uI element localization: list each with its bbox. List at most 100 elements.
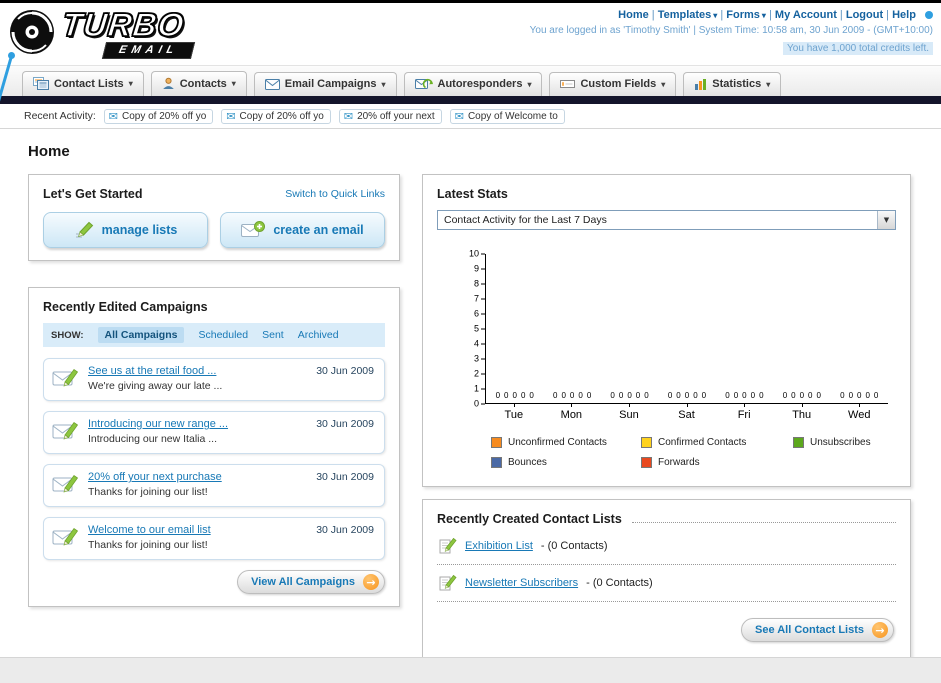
contact-activity-chart: 10 9 8 7 6 5 4 3 2 1 0 000000000000000000000000000… bbox=[437, 249, 896, 421]
switch-to-quick-links[interactable]: Switch to Quick Links bbox=[285, 188, 385, 200]
chart-legend: Unconfirmed Contacts Confirmed Contacts … bbox=[437, 437, 896, 474]
stats-period-select[interactable]: Contact Activity for the Last 7 Days ▼ bbox=[437, 210, 896, 230]
page-title: Home bbox=[28, 143, 70, 160]
chevron-down-icon: ▾ bbox=[128, 79, 133, 88]
tab-sent[interactable]: Sent bbox=[262, 329, 284, 341]
legend-swatch bbox=[641, 457, 652, 468]
recent-activity-item[interactable]: ✉ 20% off your next bbox=[338, 108, 442, 124]
bar-value-label: 0 bbox=[791, 391, 796, 400]
left-column: Let's Get Started Switch to Quick Links … bbox=[28, 174, 400, 607]
contact-list-link[interactable]: Exhibition List bbox=[465, 540, 533, 552]
pencil-page-icon bbox=[439, 537, 457, 554]
contact-list-count: - (0 Contacts) bbox=[540, 540, 608, 552]
nav-underline-bar bbox=[0, 96, 941, 104]
pencil-page-icon bbox=[439, 574, 457, 591]
pencil-icon bbox=[75, 221, 93, 238]
campaign-date: 30 Jun 2009 bbox=[316, 524, 374, 536]
header-link-templates[interactable]: Templates▾ bbox=[652, 9, 718, 21]
button-label: manage lists bbox=[101, 223, 178, 237]
bar-value-label: 0 bbox=[553, 391, 558, 400]
contact-list-link[interactable]: Newsletter Subscribers bbox=[465, 577, 578, 589]
campaign-item[interactable]: 20% off your next purchase Thanks for jo… bbox=[43, 464, 385, 507]
contacts-icon bbox=[162, 77, 174, 89]
view-all-campaigns-button[interactable]: View All Campaigns → bbox=[237, 570, 385, 594]
show-label: SHOW: bbox=[51, 329, 84, 341]
nav-tab-email-campaigns[interactable]: Email Campaigns ▾ bbox=[253, 72, 397, 96]
contact-list-item[interactable]: Newsletter Subscribers - (0 Contacts) bbox=[437, 565, 896, 602]
recent-activity-item[interactable]: ✉ Copy of Welcome to bbox=[449, 108, 565, 124]
nav-tab-label: Contacts bbox=[179, 77, 227, 90]
header-link-my-account[interactable]: My Account bbox=[769, 9, 837, 21]
chart-category-group: 00000 bbox=[486, 392, 543, 403]
bar-value-label: 0 bbox=[627, 391, 632, 400]
tab-archived[interactable]: Archived bbox=[298, 329, 339, 341]
footer-strip bbox=[0, 657, 941, 683]
bar-value-label: 0 bbox=[586, 391, 592, 400]
bar-value-label: 0 bbox=[782, 391, 788, 400]
y-axis-tick: 1 bbox=[474, 384, 485, 394]
campaign-item[interactable]: See us at the retail food ... We're givi… bbox=[43, 358, 385, 401]
campaign-date: 30 Jun 2009 bbox=[316, 365, 374, 377]
campaign-item[interactable]: Introducing our new range ... Introducin… bbox=[43, 411, 385, 454]
y-axis-tick: 0 bbox=[474, 399, 485, 409]
bar-value-label: 0 bbox=[848, 391, 854, 400]
contact-list-item[interactable]: Exhibition List - (0 Contacts) bbox=[437, 528, 896, 565]
chart-plot-area: 00000000000000000000000000000000000 bbox=[485, 254, 888, 404]
chart-x-labels: Tue Mon Sun Sat Fri Thu Wed bbox=[485, 404, 888, 421]
bar-value-label: 0 bbox=[865, 391, 870, 400]
chart-y-axis: 10 9 8 7 6 5 4 3 2 1 0 bbox=[459, 249, 485, 408]
bar-value-label: 0 bbox=[857, 391, 862, 400]
bar-value-label: 0 bbox=[520, 391, 526, 400]
arrow-right-icon: → bbox=[363, 574, 379, 590]
envelope-icon: ✉ bbox=[226, 109, 236, 123]
nav-tab-autoresponders[interactable]: Autoresponders ▾ bbox=[403, 72, 543, 96]
legend-swatch bbox=[491, 437, 502, 448]
bar-value-label: 0 bbox=[635, 391, 641, 400]
nav-tab-statistics[interactable]: Statistics ▾ bbox=[683, 72, 782, 96]
chevron-down-icon: ▾ bbox=[766, 79, 771, 89]
campaign-title-link[interactable]: 20% off your next purchase bbox=[88, 471, 308, 483]
nav-tab-custom-fields[interactable]: Custom Fields ▾ bbox=[549, 72, 677, 96]
bar-value-label: 0 bbox=[750, 391, 756, 400]
campaign-item[interactable]: Welcome to our email list Thanks for joi… bbox=[43, 517, 385, 560]
campaign-subtitle: We're giving away our late ... bbox=[88, 380, 223, 392]
nav-tab-contact-lists[interactable]: Contact Lists ▾ bbox=[22, 71, 144, 96]
campaign-subtitle: Introducing our new Italia ... bbox=[88, 433, 217, 445]
create-email-button[interactable]: create an email bbox=[220, 212, 385, 248]
chevron-down-icon: ▾ bbox=[713, 11, 718, 20]
campaign-title-link[interactable]: See us at the retail food ... bbox=[88, 365, 308, 377]
brand-sub: EMAIL bbox=[101, 42, 196, 59]
header-link-logout[interactable]: Logout bbox=[840, 9, 883, 21]
tab-scheduled[interactable]: Scheduled bbox=[198, 329, 248, 341]
header-link-help[interactable]: Help bbox=[886, 9, 916, 21]
bar-value-label: 0 bbox=[799, 391, 805, 400]
select-dropdown-arrow[interactable]: ▼ bbox=[877, 211, 895, 229]
contact-list-count: - (0 Contacts) bbox=[586, 577, 653, 589]
chart-category-group: 00000 bbox=[831, 392, 888, 403]
legend-item-unsubscribes: Unsubscribes bbox=[793, 437, 896, 448]
legend-item-bounces: Bounces bbox=[491, 457, 641, 468]
tab-all-campaigns[interactable]: All Campaigns bbox=[97, 327, 185, 343]
see-all-contact-lists-button[interactable]: See All Contact Lists → bbox=[740, 618, 894, 642]
contact-lists-icon bbox=[33, 77, 49, 90]
recent-activity-item[interactable]: ✉ Copy of 20% off yo bbox=[221, 108, 331, 124]
x-axis-label: Sun bbox=[600, 404, 658, 421]
link-label: Home bbox=[618, 9, 649, 21]
custom-fields-icon bbox=[560, 80, 576, 88]
x-axis-label: Fri bbox=[715, 404, 773, 421]
main-nav: Contact Lists ▾ Contacts ▾ Email Campaig… bbox=[0, 65, 941, 96]
nav-tab-contacts[interactable]: Contacts ▾ bbox=[150, 71, 247, 96]
header-link-home[interactable]: Home bbox=[618, 9, 649, 21]
bar-value-label: 0 bbox=[693, 391, 698, 400]
bar-value-label: 0 bbox=[733, 391, 739, 400]
header-link-forms[interactable]: Forms▾ bbox=[720, 9, 766, 21]
chart-category-group: 00000 bbox=[716, 392, 773, 403]
chevron-down-icon: ▾ bbox=[761, 11, 766, 20]
recent-activity-item[interactable]: ✉ Copy of 20% off yo bbox=[103, 108, 214, 124]
manage-lists-button[interactable]: manage lists bbox=[43, 212, 208, 248]
bar-value-label: 0 bbox=[676, 391, 681, 400]
campaign-title-link[interactable]: Welcome to our email list bbox=[88, 524, 308, 536]
bar-value-label: 0 bbox=[578, 391, 583, 400]
turbo-email-logo[interactable]: TURBO EMAIL bbox=[8, 4, 268, 62]
campaign-title-link[interactable]: Introducing our new range ... bbox=[88, 418, 308, 430]
